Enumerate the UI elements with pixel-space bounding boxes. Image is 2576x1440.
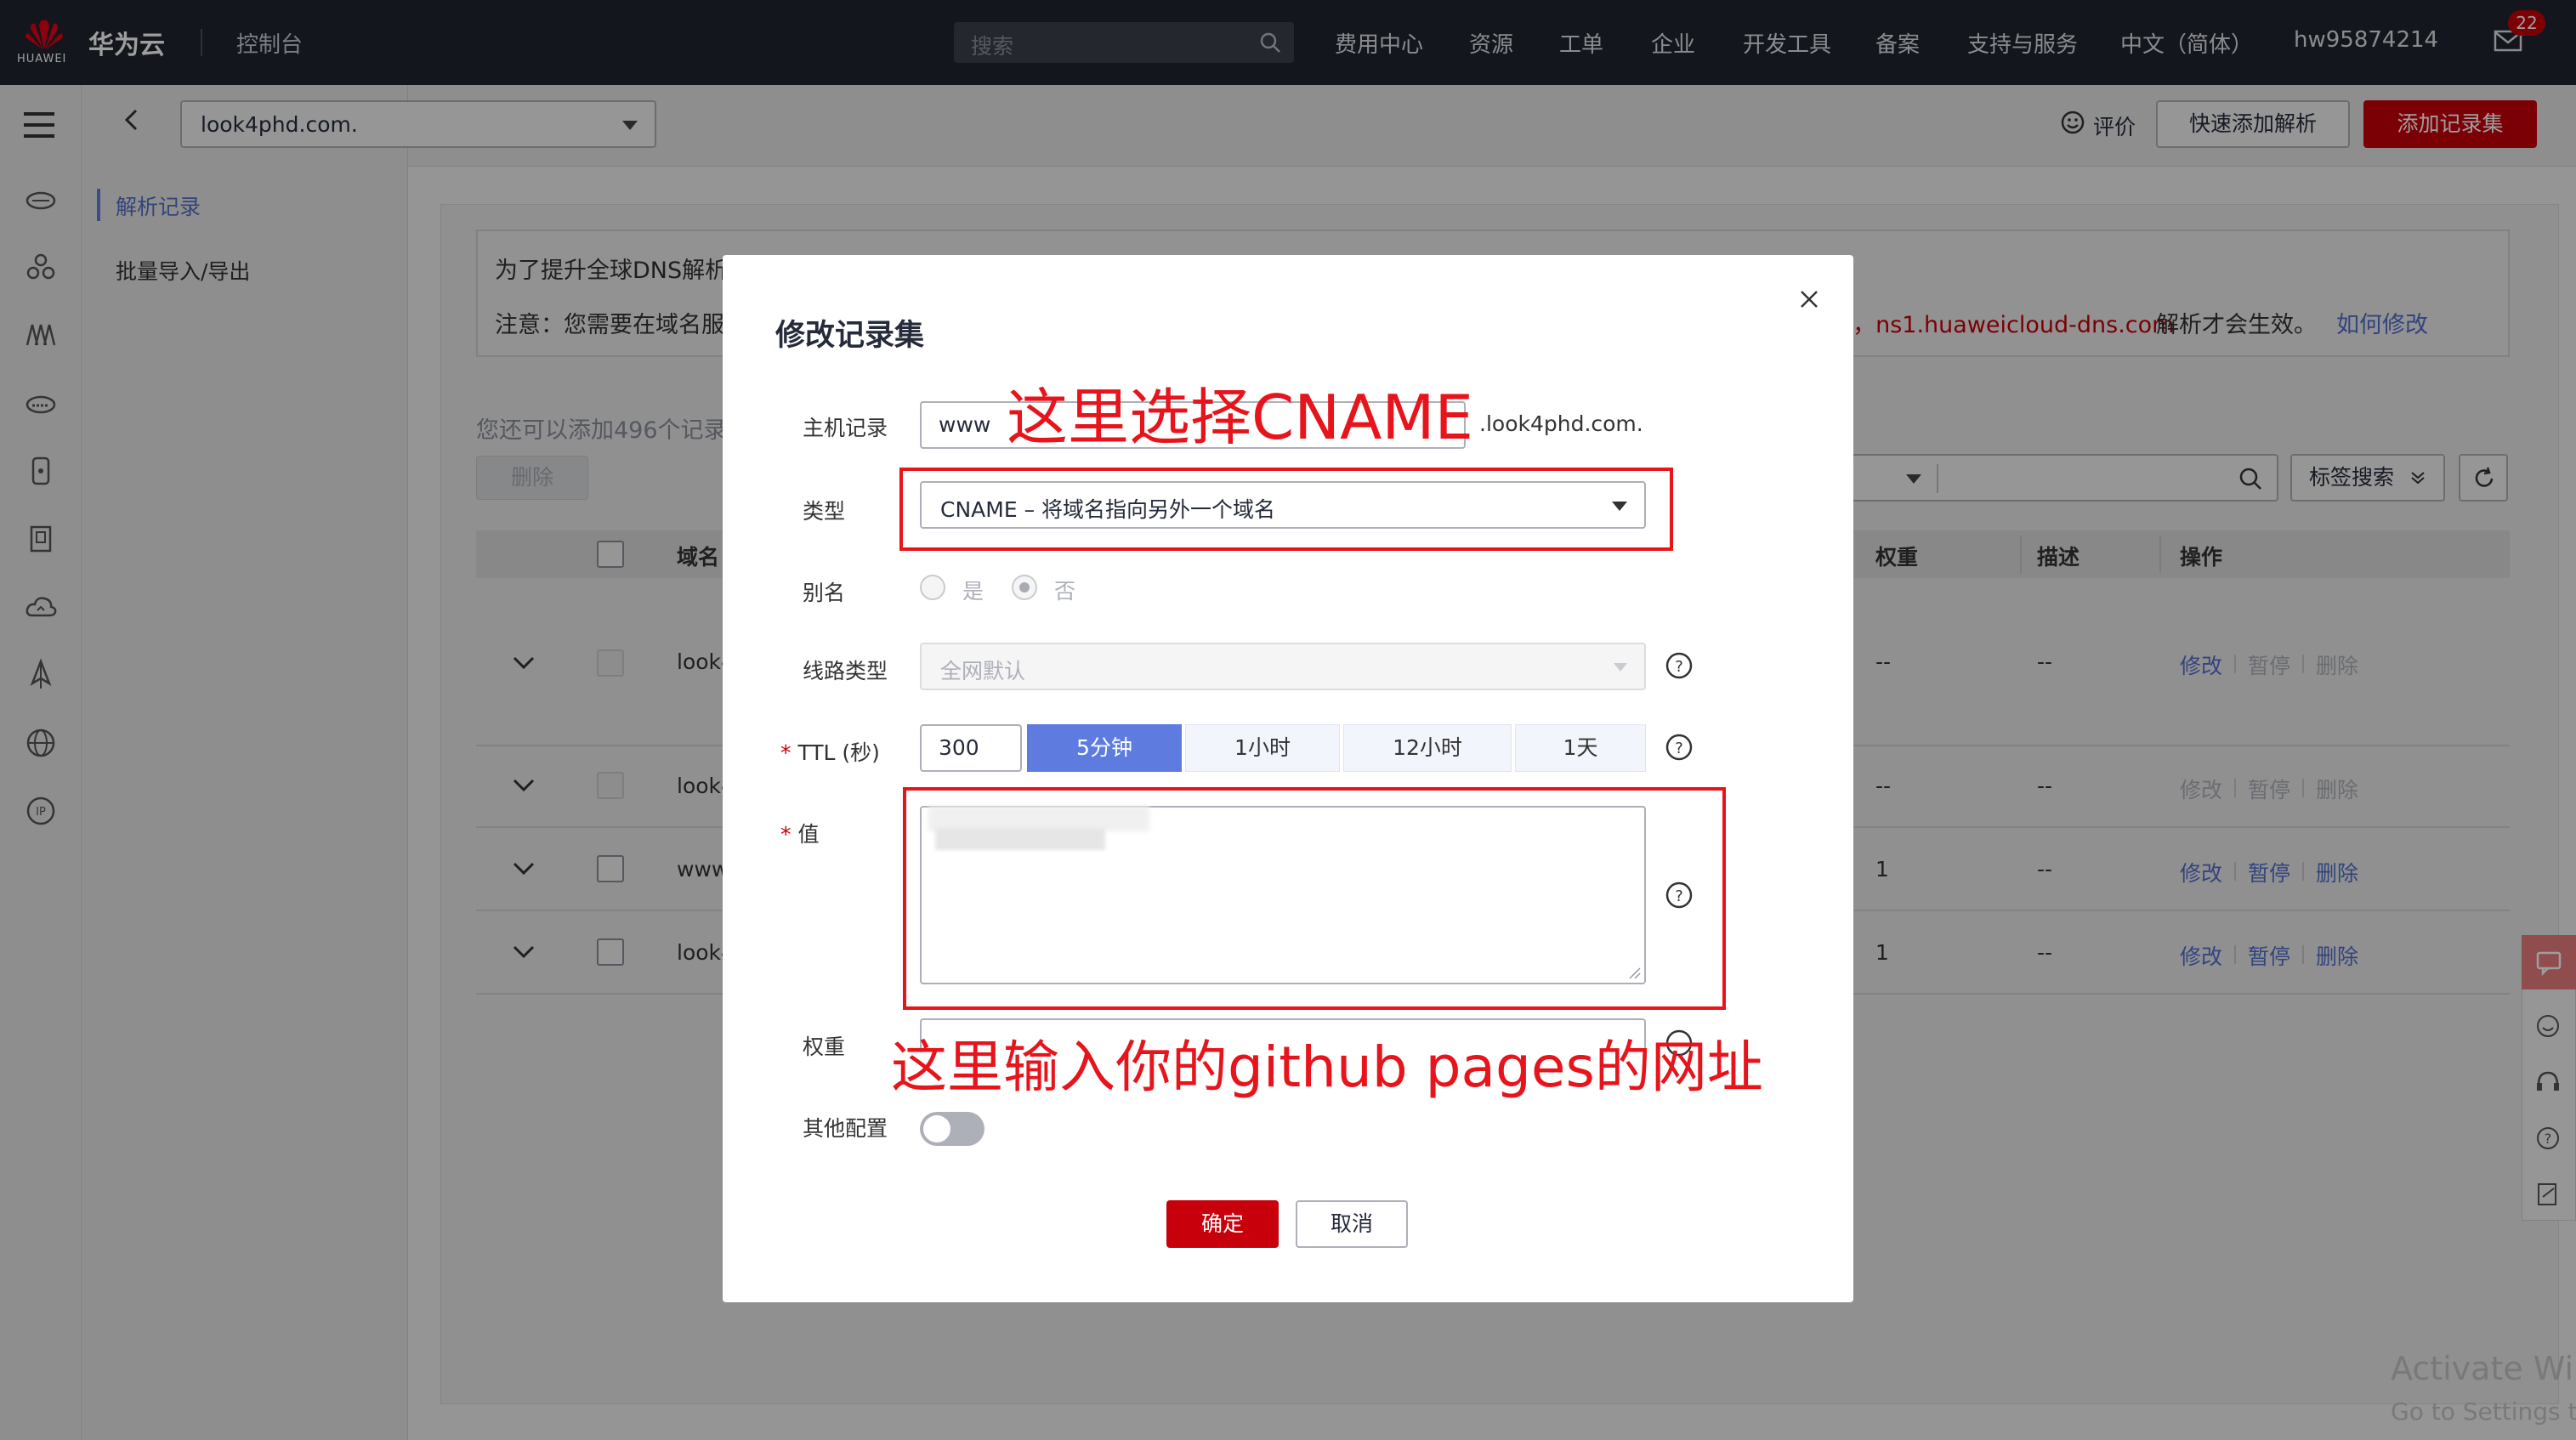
ttl-option-1hour[interactable]: 1小时 [1185,724,1340,772]
line-type-select[interactable]: 全网默认 [920,643,1646,690]
annotation-box-type [899,468,1673,551]
svg-text:?: ? [1675,740,1683,757]
value-label: * 值 [780,822,820,847]
host-label: 主机记录 [803,416,888,440]
alias-label: 别名 [803,581,846,605]
type-label: 类型 [803,499,846,524]
cancel-button[interactable]: 取消 [1296,1200,1408,1248]
alias-yes-radio[interactable] [920,575,945,600]
line-type-label: 线路类型 [803,659,888,683]
toggle-knob [923,1115,950,1142]
svg-text:?: ? [1675,658,1683,676]
ttl-option-5min[interactable]: 5分钟 [1027,724,1182,772]
ttl-input[interactable]: 300 [920,724,1022,772]
alias-no-radio[interactable] [1012,575,1037,600]
other-config-label: 其他配置 [803,1116,888,1141]
annotation-select-cname: 这里选择CNAME [1007,382,1474,453]
help-icon[interactable]: ? [1665,651,1694,680]
annotation-enter-url: 这里输入你的github pages的网址 [891,1035,1763,1100]
ttl-option-12hour[interactable]: 12小时 [1343,724,1512,772]
line-type-value: 全网默认 [940,659,1026,683]
host-suffix: .look4phd.com. [1479,411,1643,436]
alias-no-label: 否 [1054,579,1076,604]
ttl-label: * TTL (秒) [780,740,880,765]
other-config-toggle[interactable] [920,1112,984,1146]
ttl-option-1day[interactable]: 1天 [1515,724,1646,772]
help-icon[interactable]: ? [1665,733,1694,762]
dialog-title: 修改记录集 [775,319,925,353]
alias-yes-label: 是 [962,579,984,604]
close-icon[interactable] [1796,286,1823,313]
annotation-box-value [903,787,1726,1010]
confirm-button[interactable]: 确定 [1166,1200,1279,1248]
caret-down-icon [1614,663,1627,672]
weight-label: 权重 [803,1035,846,1059]
